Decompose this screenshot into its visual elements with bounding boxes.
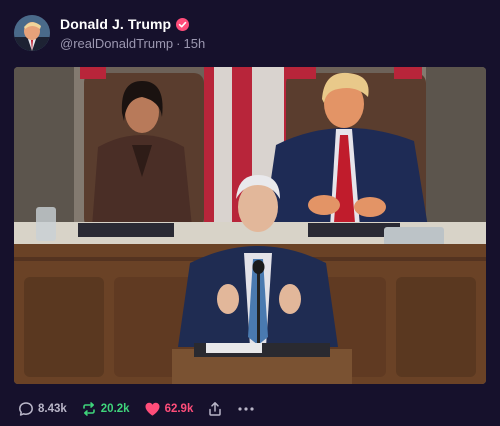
more-dots-icon bbox=[238, 407, 254, 411]
reply-bubble-icon bbox=[19, 402, 33, 416]
repost-arrows-icon bbox=[82, 402, 95, 416]
reply-button[interactable]: 8.43k bbox=[18, 401, 67, 417]
author-info: Donald J. Trump @realDonaldTrump · 15h bbox=[60, 14, 205, 52]
share-button[interactable] bbox=[207, 401, 223, 417]
post-media-photo[interactable] bbox=[14, 67, 486, 384]
name-row: Donald J. Trump bbox=[60, 14, 205, 34]
reply-count: 8.43k bbox=[38, 403, 67, 415]
photo-illustration bbox=[14, 67, 486, 384]
repost-count: 20.2k bbox=[100, 403, 130, 415]
author-handle[interactable]: @realDonaldTrump bbox=[60, 36, 173, 51]
heart-icon bbox=[145, 402, 160, 416]
verified-check-icon bbox=[176, 17, 190, 31]
post-timestamp[interactable]: 15h bbox=[184, 36, 206, 51]
more-options-button[interactable] bbox=[237, 401, 255, 417]
like-button[interactable]: 62.9k bbox=[144, 401, 194, 417]
meta-row: @realDonaldTrump · 15h bbox=[60, 34, 205, 52]
share-icon bbox=[209, 402, 222, 416]
repost-button[interactable]: 20.2k bbox=[81, 401, 130, 417]
avatar[interactable] bbox=[14, 15, 50, 51]
post-header: Donald J. Trump @realDonaldTrump · 15h bbox=[14, 13, 205, 53]
like-count: 62.9k bbox=[164, 403, 194, 415]
post-card: Donald J. Trump @realDonaldTrump · 15h 8… bbox=[0, 0, 500, 426]
meta-separator: · bbox=[176, 35, 181, 51]
post-action-bar: 8.43k 20.2k 62.9k bbox=[18, 398, 269, 420]
display-name[interactable]: Donald J. Trump bbox=[60, 16, 171, 32]
